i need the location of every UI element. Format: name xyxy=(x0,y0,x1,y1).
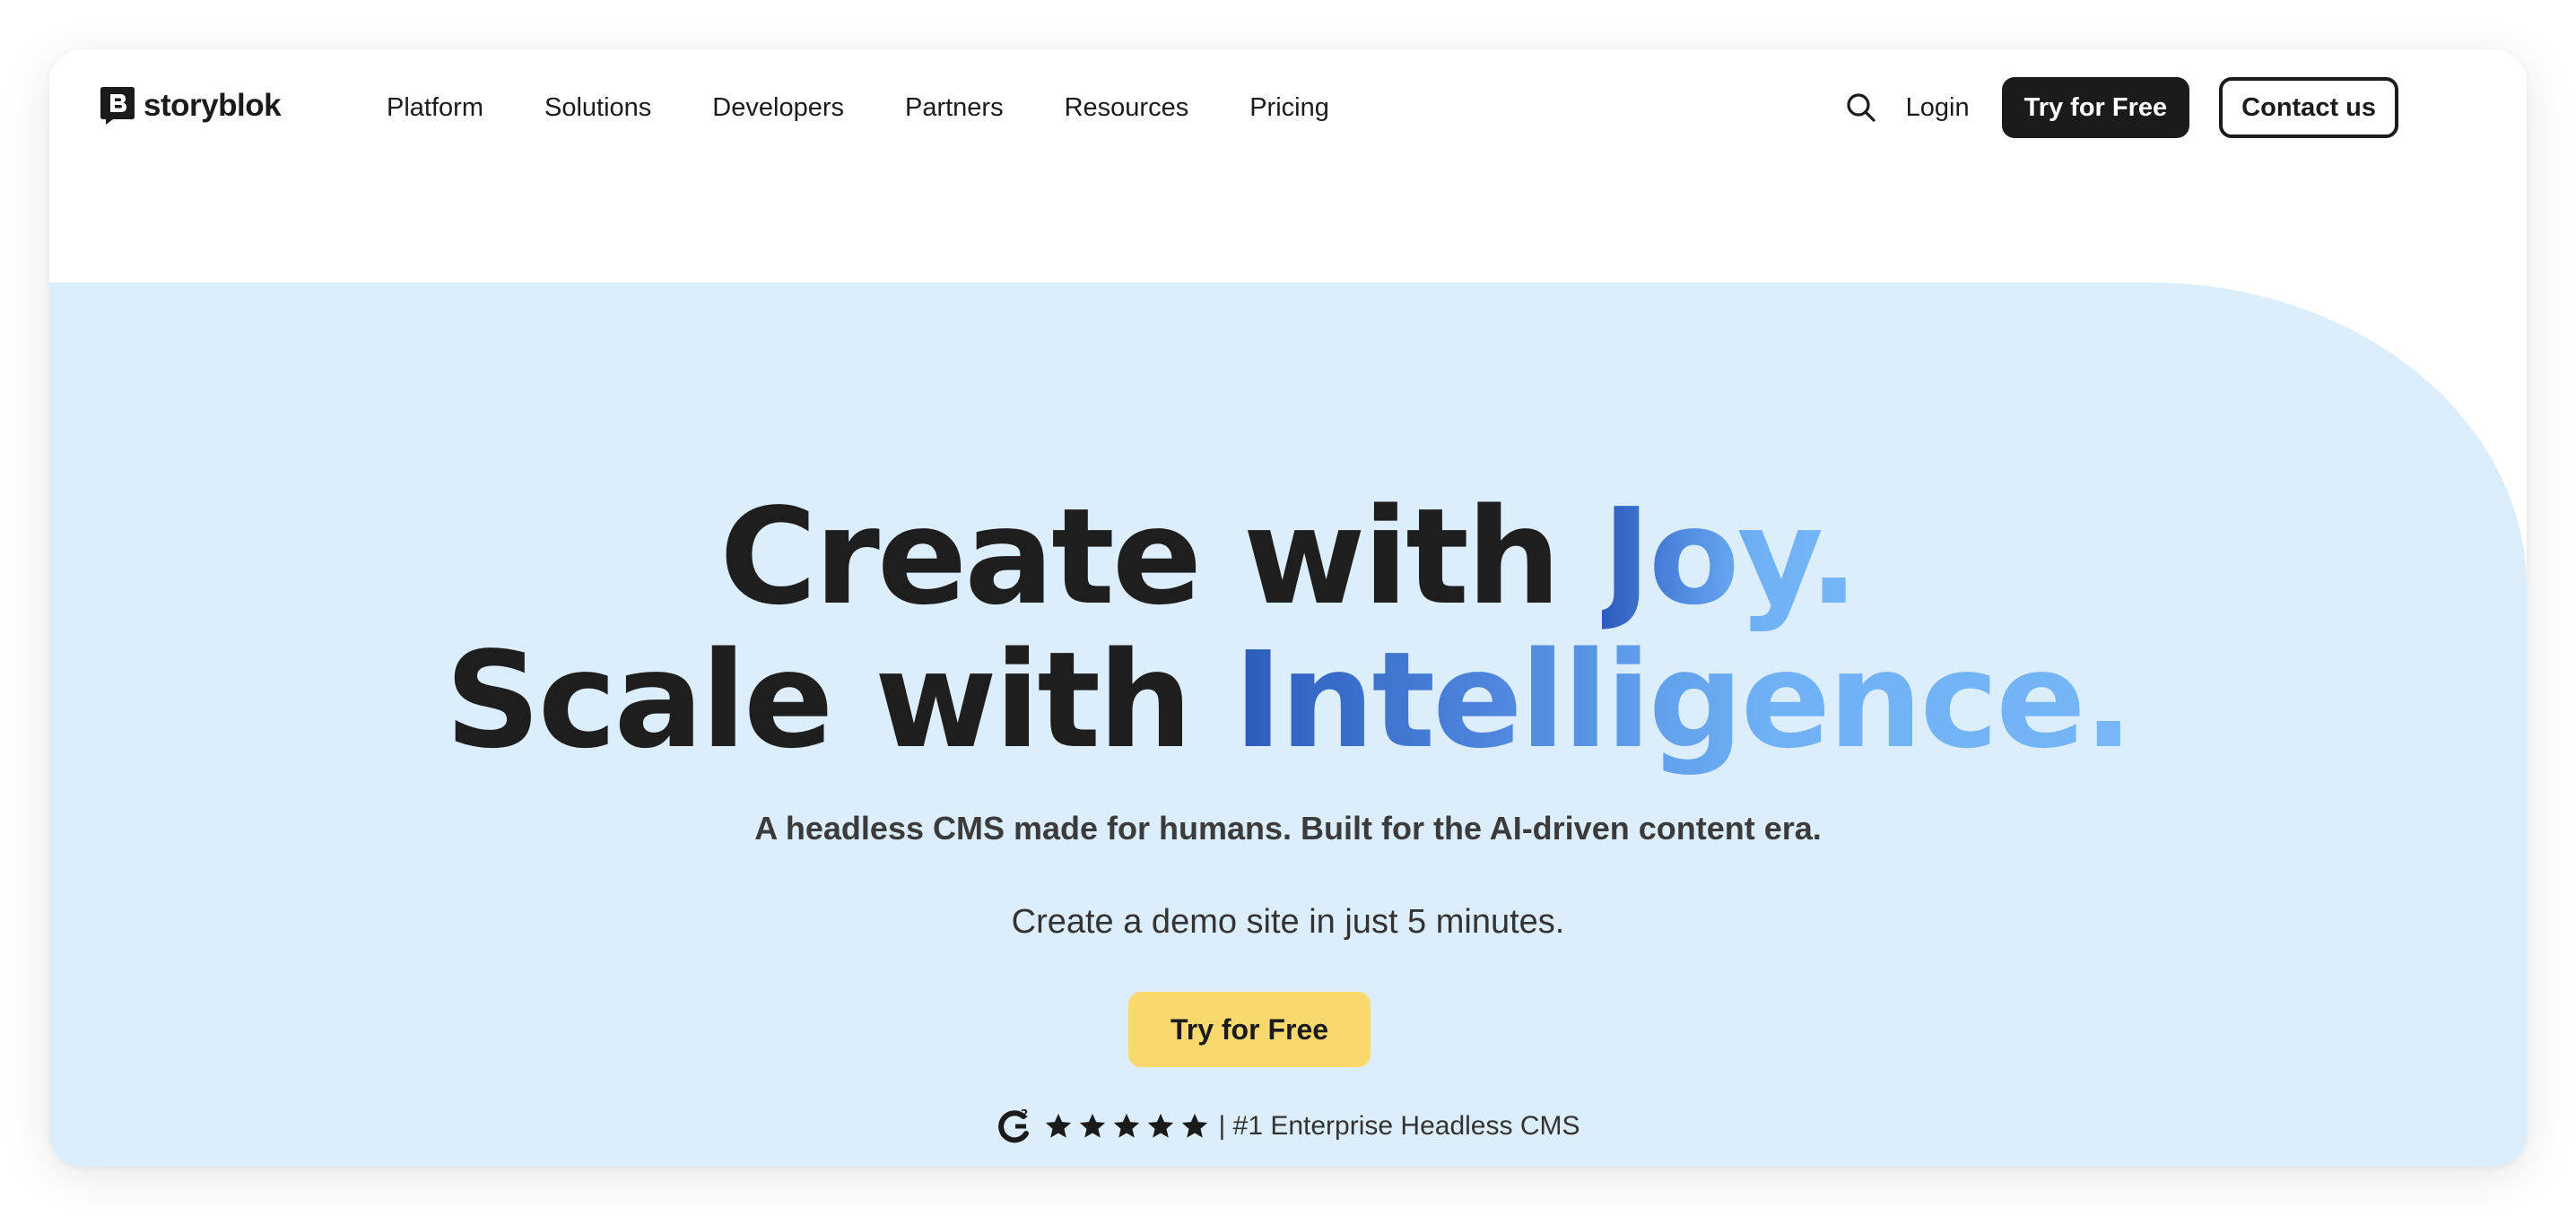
brand-logo[interactable]: storyblok xyxy=(100,87,282,125)
star-icon xyxy=(1045,1113,1071,1138)
try-for-free-cta-button[interactable]: Try for Free xyxy=(1128,992,1371,1067)
hero-subheadline: A headless CMS made for humans. Built fo… xyxy=(754,810,1822,847)
nav-item-developers[interactable]: Developers xyxy=(712,93,844,123)
headline-line-1-accent: Joy. xyxy=(1601,480,1859,634)
g2-logo-icon: 2 xyxy=(997,1107,1029,1143)
login-link[interactable]: Login xyxy=(1906,93,1970,123)
star-icon xyxy=(1181,1113,1207,1138)
star-icon xyxy=(1113,1113,1139,1138)
rating-row: 2 | #1 Enterprise Headless CMS xyxy=(49,1107,2527,1145)
headline-line-1-text: Create with xyxy=(719,480,1602,634)
svg-text:2: 2 xyxy=(1021,1107,1028,1120)
hero-section: Create with Joy. Scale with Intelligence… xyxy=(49,282,2527,1167)
nav-item-pricing[interactable]: Pricing xyxy=(1249,93,1329,123)
storyblok-logo-icon xyxy=(100,87,135,125)
nav-item-resources[interactable]: Resources xyxy=(1065,93,1189,123)
site-header: storyblok Platform Solutions Developers … xyxy=(49,49,2527,184)
page-card: storyblok Platform Solutions Developers … xyxy=(49,49,2527,1167)
brand-name: storyblok xyxy=(144,88,282,123)
try-for-free-header-button[interactable]: Try for Free xyxy=(2001,77,2190,138)
headline-line-2: Scale with Intelligence. xyxy=(49,634,2527,767)
star-icon xyxy=(1079,1113,1105,1138)
nav-item-partners[interactable]: Partners xyxy=(905,93,1004,123)
star-icon xyxy=(1147,1113,1173,1138)
contact-us-button[interactable]: Contact us xyxy=(2219,77,2398,138)
hero-demo-text: Create a demo site in just 5 minutes. xyxy=(1011,903,1565,941)
headline-line-1: Create with Joy. xyxy=(49,491,2527,623)
headline-line-2-text: Scale with xyxy=(445,623,1234,777)
main-nav: Platform Solutions Developers Partners R… xyxy=(387,49,1390,166)
nav-item-platform[interactable]: Platform xyxy=(387,93,483,123)
nav-item-solutions[interactable]: Solutions xyxy=(544,93,651,123)
rating-stars xyxy=(1043,1111,1210,1142)
rating-text: | #1 Enterprise Headless CMS xyxy=(1218,1111,1580,1141)
search-icon[interactable] xyxy=(1843,90,1879,126)
headline-line-2-accent: Intelligence. xyxy=(1233,623,2134,777)
header-actions: Login Try for Free Contact us xyxy=(1843,76,2398,139)
